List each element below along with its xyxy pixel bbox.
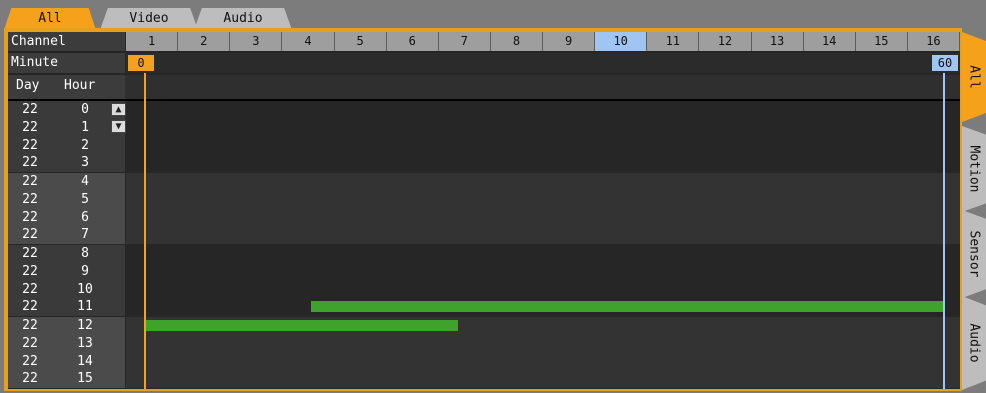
recording-segment[interactable] [311,301,943,313]
hour-row[interactable]: 22 3 [8,154,125,171]
hour-row[interactable]: 22 1 [8,119,125,136]
side-tab-audio-label: Audio [966,323,982,363]
start-time-line[interactable] [144,73,146,389]
day-value: 22 [22,353,38,369]
day-value: 22 [22,318,38,333]
hour-value: 2 [81,137,89,153]
hour-value: 6 [81,209,89,225]
channel-14[interactable]: 14 [803,32,856,51]
day-value: 22 [22,137,38,153]
day-value: 22 [22,263,38,279]
channel-1[interactable]: 1 [126,32,179,51]
hour-row[interactable]: 22 5 [8,191,125,208]
day-hour-header: Day Hour [8,75,960,99]
hour-row[interactable]: 22 14 [8,353,125,370]
hour-value: 14 [77,353,93,369]
day-value: 22 [22,335,38,351]
hour-row[interactable]: 22 9 [8,263,125,280]
minute-label: Minute [8,53,125,73]
channel-3[interactable]: 3 [230,32,283,51]
tab-video[interactable]: Video [100,8,198,30]
channel-8[interactable]: 8 [490,32,543,51]
hour-band [126,101,960,172]
end-time-line[interactable] [943,73,945,389]
tab-video-label: Video [129,11,169,26]
hour-row[interactable]: 22 11 [8,298,125,315]
day-value: 22 [22,191,38,207]
side-tab-motion-label: Motion [966,145,982,193]
hour-row[interactable]: 22 7 [8,226,125,243]
channel-13[interactable]: 13 [751,32,804,51]
channel-2[interactable]: 2 [178,32,231,51]
day-value: 22 [22,227,38,243]
hour-row[interactable]: 22 0 [8,101,125,118]
hour-value: 10 [77,281,93,297]
hour-header: Hour [64,78,96,93]
minute-bar[interactable]: 0 60 [126,53,960,73]
hour-value: 5 [81,191,89,207]
hour-value: 15 [77,371,93,387]
tab-audio-label: Audio [223,11,263,26]
day-value: 22 [22,371,38,387]
day-value: 22 [22,281,38,297]
channel-5[interactable]: 5 [334,32,387,51]
hour-value: 0 [81,102,89,117]
tab-all-label: All [38,11,62,26]
side-tab-all[interactable]: All [962,32,986,122]
channel-label: Channel [8,32,125,51]
hour-row[interactable]: 22 13 [8,335,125,352]
side-tab-audio[interactable]: Audio [962,296,986,390]
day-value: 22 [22,246,38,261]
day-value: 22 [22,155,38,171]
side-tab-all-label: All [966,65,982,89]
hour-row[interactable]: 22 2 [8,137,125,154]
minute-end-marker[interactable]: 60 [932,55,958,71]
channel-11[interactable]: 11 [647,32,700,51]
day-header: Day [16,78,40,93]
hour-value: 3 [81,155,89,171]
day-value: 22 [22,174,38,189]
hour-row[interactable]: 22 15 [8,370,125,387]
hour-value: 8 [81,246,89,261]
timeline-grid: Channel 1 2 3 4 5 6 7 8 9 10 11 12 13 14 15 16 Minute 0… [8,32,960,389]
channel-4[interactable]: 4 [282,32,335,51]
hour-row[interactable]: 22 10 [8,281,125,298]
day-value: 22 [22,119,38,135]
channel-12[interactable]: 12 [699,32,752,51]
side-tab-motion[interactable]: Motion [962,126,986,212]
channel-15[interactable]: 15 [855,32,908,51]
hour-row[interactable]: 22 6 [8,209,125,226]
channel-10[interactable]: 10 [595,32,648,51]
scroll-down-button[interactable]: ▼ [111,120,126,133]
hour-value: 9 [81,263,89,279]
tab-audio[interactable]: Audio [194,8,292,30]
hour-value: 7 [81,227,89,243]
recording-segment[interactable] [145,320,458,331]
day-value: 22 [22,102,38,117]
channel-16[interactable]: 16 [907,32,960,51]
hour-value: 4 [81,174,89,189]
hour-row[interactable]: 22 4 [8,173,125,190]
hour-value: 13 [77,335,93,351]
channel-6[interactable]: 6 [386,32,439,51]
hour-value: 11 [77,299,93,315]
hour-band [126,173,960,244]
hour-value: 12 [77,318,93,333]
channel-7[interactable]: 7 [438,32,491,51]
hour-row[interactable]: 22 8 [8,245,125,262]
hour-row[interactable]: 22 12 [8,317,125,334]
side-tab-sensor-label: Sensor [966,230,982,278]
scroll-up-button[interactable]: ▲ [111,103,126,116]
side-tab-sensor[interactable]: Sensor [962,210,986,298]
day-value: 22 [22,299,38,315]
day-value: 22 [22,209,38,225]
channel-9[interactable]: 9 [543,32,596,51]
minute-start-marker[interactable]: 0 [128,55,154,71]
tab-all[interactable]: All [4,8,96,30]
search-timeline-panel: All Video Audio Channel 1 2 3 4 5 6 7 8 9 10 11 12 1… [0,0,986,393]
hour-value: 1 [81,119,89,135]
